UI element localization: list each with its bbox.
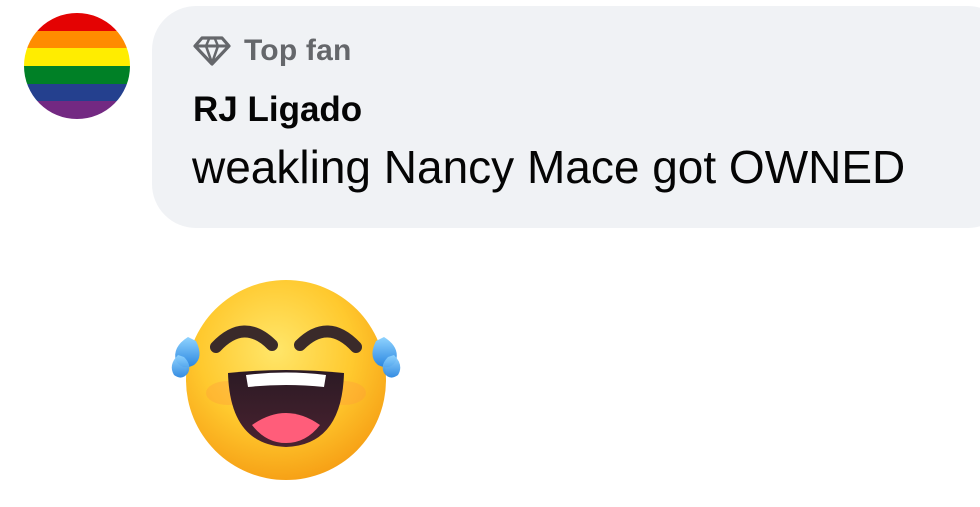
badge-label: Top fan [244, 34, 352, 67]
top-fan-badge[interactable]: Top fan [192, 30, 351, 72]
author-name[interactable]: RJ Ligado [193, 92, 362, 127]
face-with-tears-of-joy-emoji-icon [171, 280, 401, 480]
comment-text: weakling Nancy Mace got OWNED [192, 141, 906, 193]
comment-screen: Top fan RJ Ligado weakling Nancy Mace go… [0, 0, 980, 507]
diamond-icon [193, 36, 231, 66]
rainbow-flag-icon [24, 13, 130, 119]
avatar[interactable] [24, 13, 130, 119]
